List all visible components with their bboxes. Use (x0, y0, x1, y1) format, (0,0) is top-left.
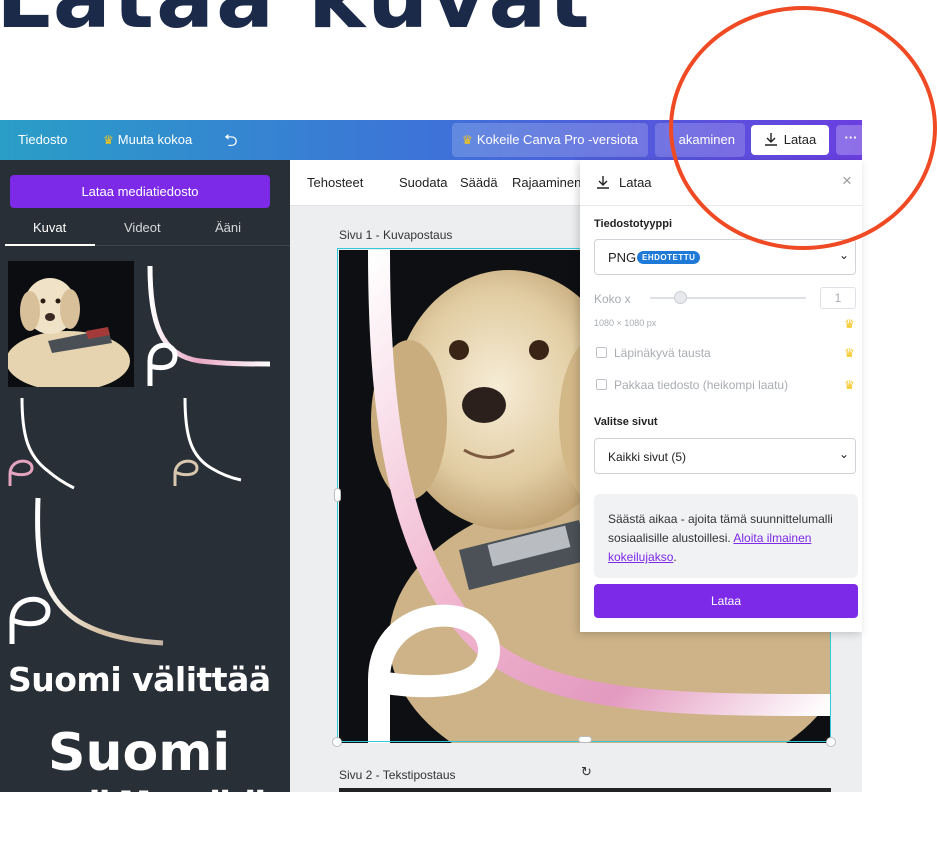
dog-photo-thumbnail[interactable] (8, 261, 134, 387)
transparent-bg-label: Läpinäkyvä tausta (614, 346, 711, 360)
download-button[interactable]: Lataa (751, 125, 829, 155)
download-icon (764, 133, 777, 146)
active-tab-indicator (5, 244, 95, 246)
download-panel: Lataa × Tiedostotyyppi PNG EHDOTETTU ⌄ K… (580, 160, 862, 632)
curve-asset-image (8, 397, 75, 490)
tab-images[interactable]: Kuvat (33, 220, 66, 235)
curve-asset-thumbnail[interactable] (165, 396, 245, 491)
tip-end: . (673, 550, 677, 564)
chevron-down-icon: ⌄ (839, 248, 850, 262)
file-type-value: PNG (608, 250, 637, 265)
download-panel-title: Lataa (619, 175, 652, 190)
crown-icon: ♛ (844, 317, 855, 331)
select-pages-label: Valitse sivut (594, 416, 658, 428)
side-resize-handle[interactable] (334, 488, 341, 502)
text-asset-line2: välittää (48, 783, 273, 843)
curve-asset-thumbnail[interactable] (140, 261, 274, 387)
size-pixels: 1080 × 1080 px (594, 318, 657, 328)
pages-value: Kaikki sivut (5) (608, 450, 687, 464)
close-icon[interactable]: × (842, 171, 852, 191)
image-context-toolbar: Tehosteet Suodata Säädä Rajaaminen (290, 160, 581, 206)
transparent-bg-checkbox[interactable] (596, 347, 607, 358)
share-label: akaminen (678, 132, 735, 147)
compress-label: Pakkaa tiedosto (heikompi laatu) (614, 378, 789, 392)
file-type-select[interactable]: PNG EHDOTETTU ⌄ (594, 239, 856, 275)
download-label: Lataa (783, 132, 817, 147)
adjust-button[interactable]: Säädä (460, 175, 498, 190)
schedule-tip: Säästä aikaa - ajoita tämä suunnitteluma… (594, 494, 858, 578)
curve-asset-image (173, 397, 242, 486)
resize-handle[interactable] (332, 737, 342, 747)
file-type-label: Tiedostotyyppi (594, 218, 673, 230)
try-pro-button[interactable]: ♛ Kokeile Canva Pro -versiota (452, 123, 648, 157)
share-button[interactable]: akaminen (655, 123, 745, 157)
bottom-resize-handle[interactable] (578, 736, 592, 743)
suggested-badge: EHDOTETTU (637, 251, 701, 264)
crown-icon: ♛ (462, 133, 473, 147)
refresh-icon[interactable]: ↻ (581, 764, 592, 780)
text-asset-line1: Suomi (48, 723, 231, 783)
download-icon (597, 176, 609, 189)
download-confirm-button[interactable]: Lataa (594, 584, 858, 618)
crop-button[interactable]: Rajaaminen (512, 175, 581, 190)
dog-photo-image (8, 278, 130, 387)
media-tabs: Kuvat Videot Ääni (0, 220, 290, 246)
undo-icon[interactable]: ⮌ (224, 128, 238, 157)
curve-asset-image (147, 265, 271, 386)
size-label: Koko x (594, 292, 631, 306)
side-panel: Lataa mediatiedosto Kuvat Videot Ääni Su… (0, 160, 290, 843)
size-input[interactable]: 1 (820, 287, 856, 309)
filter-button[interactable]: Suodata (399, 175, 447, 190)
resize-button[interactable]: ♛ Muuta kokoa (103, 132, 192, 147)
upload-media-button[interactable]: Lataa mediatiedosto (10, 175, 270, 208)
design-page-2-preview[interactable] (339, 788, 831, 792)
compress-checkbox[interactable] (596, 379, 607, 390)
curve-asset-thumbnail[interactable] (8, 396, 78, 491)
text-asset-suomi-valittaa[interactable]: Suomi välittää (8, 660, 271, 699)
text-asset-suomi-large[interactable]: Suomi välittää (48, 723, 273, 843)
curve-asset-thumbnail[interactable] (8, 496, 168, 646)
try-pro-label: Kokeile Canva Pro -versiota (476, 132, 638, 147)
tab-videos[interactable]: Videot (124, 220, 161, 235)
more-options-button[interactable]: ··· (836, 125, 866, 155)
resize-handle[interactable] (826, 737, 836, 747)
resize-label: Muuta kokoa (117, 132, 193, 147)
chevron-down-icon: ⌄ (839, 447, 850, 461)
effects-button[interactable]: Tehosteet (307, 175, 363, 190)
pages-select[interactable]: Kaikki sivut (5) ⌄ (594, 438, 856, 474)
crown-icon: ♛ (103, 133, 114, 147)
tab-divider (95, 245, 290, 246)
crown-icon: ♛ (844, 346, 855, 360)
curve-asset-image (9, 497, 164, 646)
crown-icon: ♛ (844, 378, 855, 392)
file-menu[interactable]: Tiedosto (18, 132, 67, 147)
page-headline: Lataa kuvat (0, 0, 592, 48)
tab-audio[interactable]: Ääni (215, 220, 241, 235)
page-2-label: Sivu 2 - Tekstipostaus (339, 768, 456, 782)
top-toolbar: Tiedosto ♛ Muuta kokoa ⮌ ♛ Kokeile Canva P… (0, 120, 866, 160)
download-panel-header: Lataa × (580, 160, 862, 206)
size-slider-thumb[interactable] (674, 291, 687, 304)
page-1-label: Sivu 1 - Kuvapostaus (339, 228, 453, 242)
